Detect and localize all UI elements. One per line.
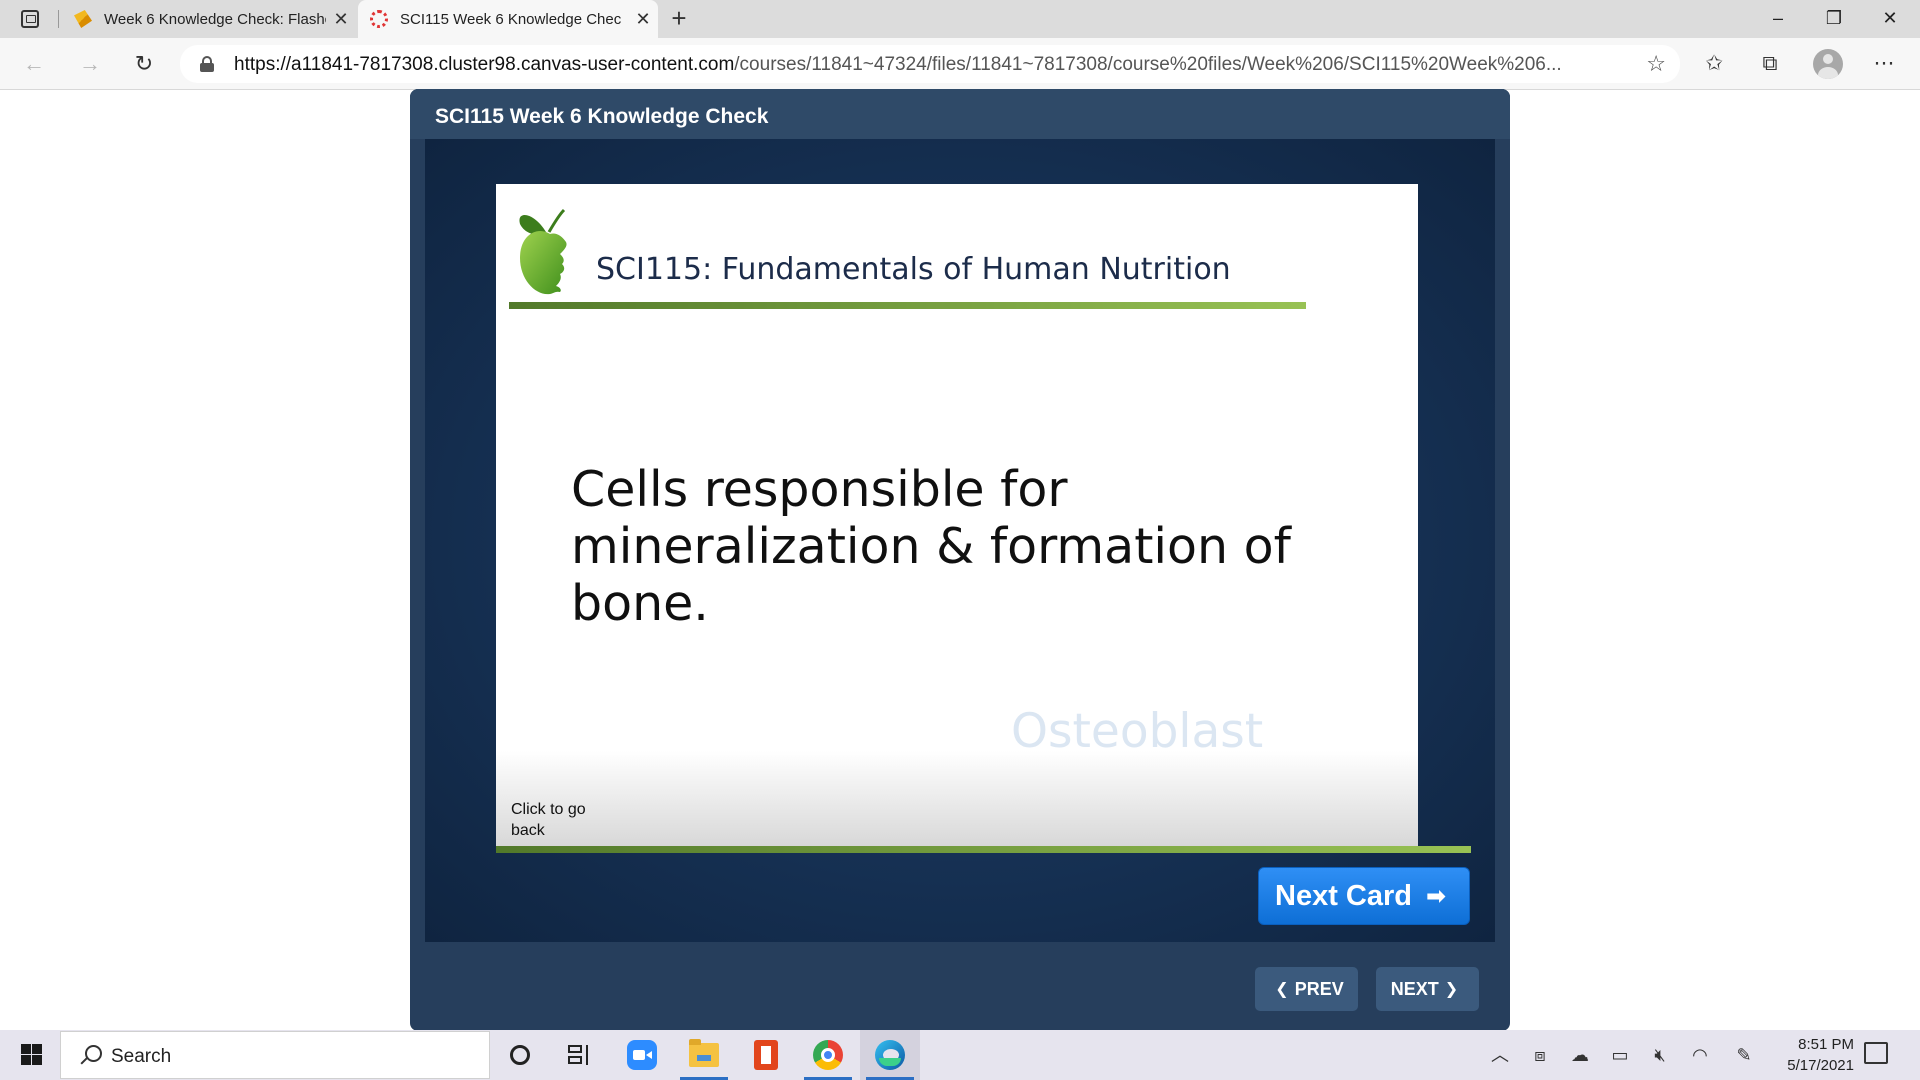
- notifications-icon[interactable]: [1864, 1042, 1888, 1064]
- search-icon: [79, 1045, 102, 1067]
- flashcard-viewer: SCI115 Week 6 Knowledge Check SCI115: Fu…: [410, 89, 1510, 1031]
- prev-label: PREV: [1294, 978, 1344, 999]
- viewer-title: SCI115 Week 6 Knowledge Check: [435, 105, 769, 128]
- address-bar[interactable]: https://a11841-7817308.cluster98.canvas-…: [180, 45, 1680, 83]
- taskbar-search[interactable]: Search: [60, 1031, 490, 1079]
- chrome-app-icon[interactable]: [798, 1030, 858, 1080]
- next-button[interactable]: NEXT ❯: [1376, 967, 1479, 1011]
- next-card-label: Next Card: [1275, 879, 1412, 912]
- next-label: NEXT: [1390, 978, 1439, 999]
- add-favorite-icon[interactable]: ☆: [1646, 51, 1666, 77]
- prev-button[interactable]: ❮ PREV: [1255, 967, 1358, 1011]
- collections-icon[interactable]: ⧉: [1752, 46, 1788, 82]
- next-card-button[interactable]: Next Card ➡: [1258, 867, 1470, 925]
- restore-button[interactable]: ❐: [1806, 0, 1862, 38]
- canvas-favicon-icon: [370, 10, 388, 28]
- flashcard-stage: SCI115: Fundamentals of Human Nutrition …: [425, 139, 1495, 942]
- battery-icon[interactable]: ▭: [1600, 1030, 1640, 1080]
- flashcard-favicon-icon: [74, 10, 92, 28]
- favorites-icon[interactable]: ✩: [1696, 46, 1732, 82]
- tab-title: SCI115 Week 6 Knowledge Chec: [400, 10, 622, 28]
- flashcard-question: Cells responsible for mineralization & f…: [571, 461, 1291, 632]
- clock-time: 8:51 PM: [1798, 1036, 1854, 1053]
- tab-title: Week 6 Knowledge Check: Flashc: [104, 10, 326, 28]
- close-window-button[interactable]: ✕: [1862, 0, 1918, 38]
- profile-avatar[interactable]: [1813, 49, 1843, 79]
- minimize-button[interactable]: –: [1750, 0, 1806, 38]
- flashcard-answer-hint: Osteoblast: [1011, 704, 1264, 759]
- navigation-bar: ← → ↻ https://a11841-7817308.cluster98.c…: [0, 38, 1920, 90]
- flashcard[interactable]: SCI115: Fundamentals of Human Nutrition …: [496, 184, 1418, 846]
- go-back-link[interactable]: Click to go back: [511, 799, 601, 841]
- task-view-icon[interactable]: [550, 1030, 610, 1080]
- arrow-right-icon: ➡: [1426, 882, 1447, 910]
- back-button[interactable]: ←: [16, 46, 52, 82]
- file-explorer-icon[interactable]: [674, 1030, 734, 1080]
- url-path: /courses/11841~47324/files/11841~7817308…: [734, 54, 1562, 75]
- viewer-header: SCI115 Week 6 Knowledge Check: [410, 89, 1510, 139]
- tab-separator: [58, 10, 59, 28]
- url-host: https://a11841-7817308.cluster98.canvas-…: [234, 54, 735, 75]
- zoom-app-icon[interactable]: [612, 1030, 672, 1080]
- onedrive-icon[interactable]: ☁: [1560, 1030, 1600, 1080]
- close-tab-icon[interactable]: ✕: [326, 9, 356, 30]
- forward-button[interactable]: →: [72, 46, 108, 82]
- close-tab-icon[interactable]: ✕: [628, 9, 658, 30]
- clock-date: 5/17/2021: [1787, 1057, 1854, 1074]
- network-icon[interactable]: ◠: [1680, 1030, 1720, 1080]
- taskbar-clock[interactable]: 8:51 PM 5/17/2021: [1762, 1034, 1854, 1076]
- meet-now-icon[interactable]: ⧈: [1520, 1030, 1560, 1080]
- refresh-button[interactable]: ↻: [126, 46, 162, 82]
- start-button[interactable]: [0, 1030, 60, 1080]
- tab-knowledge-check[interactable]: SCI115 Week 6 Knowledge Chec ✕: [358, 0, 658, 38]
- chevron-left-icon: ❮: [1275, 981, 1289, 998]
- browser-tab-strip: Week 6 Knowledge Check: Flashc ✕ SCI115 …: [0, 0, 1920, 38]
- pen-workspace-icon[interactable]: ✎: [1724, 1030, 1764, 1080]
- course-title: SCI115: Fundamentals of Human Nutrition: [596, 252, 1231, 287]
- card-divider: [496, 846, 1471, 853]
- volume-muted-icon[interactable]: 🔇︎: [1640, 1030, 1680, 1080]
- tab-flashcards[interactable]: Week 6 Knowledge Check: Flashc ✕: [62, 0, 356, 38]
- search-placeholder: Search: [111, 1046, 172, 1067]
- edge-app-icon[interactable]: [860, 1030, 920, 1080]
- url-text[interactable]: https://a11841-7817308.cluster98.canvas-…: [234, 54, 1624, 76]
- more-menu-icon[interactable]: ⋯: [1866, 46, 1902, 82]
- card-footer-gradient: [496, 751, 1418, 846]
- title-divider: [509, 302, 1306, 309]
- show-hidden-icons-icon[interactable]: ︿: [1480, 1030, 1520, 1080]
- lock-icon[interactable]: [200, 56, 214, 72]
- tab-actions-icon[interactable]: [10, 6, 50, 32]
- chevron-right-icon: ❯: [1444, 981, 1459, 998]
- taskbar: Search ︿ ⧈ ☁ ▭ 🔇︎ ◠ ✎ 8:51 PM 5/17/2021: [0, 1030, 1920, 1080]
- apple-logo-icon: [519, 208, 567, 295]
- cortana-icon[interactable]: [490, 1030, 550, 1080]
- new-tab-button[interactable]: +: [664, 4, 694, 34]
- office-app-icon[interactable]: [736, 1030, 796, 1080]
